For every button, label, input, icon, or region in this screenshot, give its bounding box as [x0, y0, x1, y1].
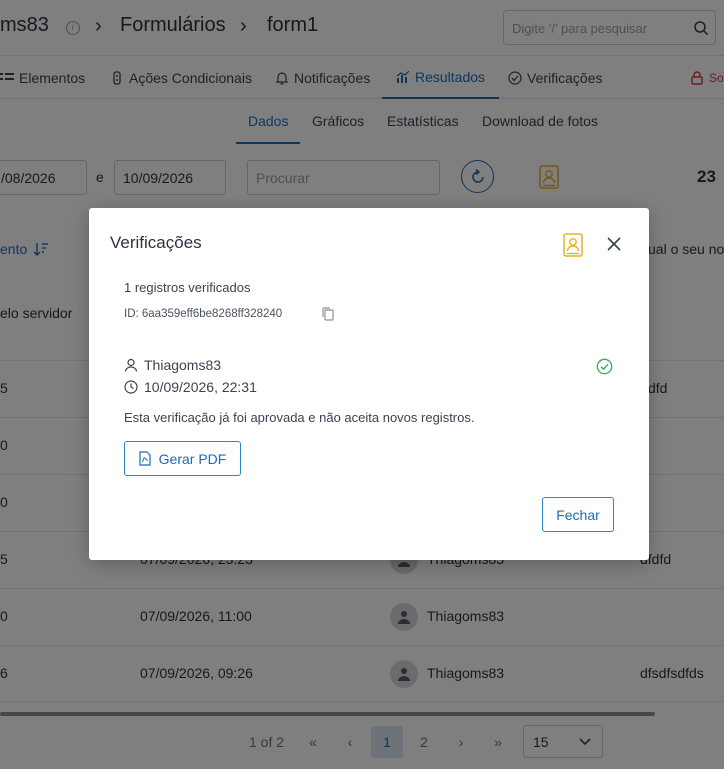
generate-pdf-button[interactable]: Gerar PDF — [124, 441, 241, 476]
pdf-file-icon — [139, 451, 151, 466]
approval-message: Esta verificação já foi aprovada e não a… — [124, 410, 475, 425]
clock-icon — [124, 380, 138, 394]
verification-id: ID: 6aa359eff6be8268ff328240 — [124, 308, 283, 320]
verification-datetime: 10/09/2026, 22:31 — [124, 379, 257, 395]
close-icon[interactable] — [605, 235, 623, 253]
copy-icon[interactable] — [322, 307, 334, 321]
user-icon — [124, 358, 138, 372]
approved-check-icon — [596, 358, 613, 375]
verifications-dialog: Verificações 1 registros verificados ID:… — [89, 208, 649, 560]
verification-datetime-text: 10/09/2026, 22:31 — [144, 379, 257, 395]
records-count-text: 1 registros verificados — [124, 280, 251, 295]
verifier-user: Thiagoms83 — [124, 357, 221, 373]
close-button[interactable]: Fechar — [542, 497, 614, 532]
verifier-username: Thiagoms83 — [144, 357, 222, 373]
id-badge-icon[interactable] — [563, 233, 583, 257]
dialog-title: Verificações — [110, 233, 202, 252]
generate-pdf-label: Gerar PDF — [158, 450, 227, 467]
